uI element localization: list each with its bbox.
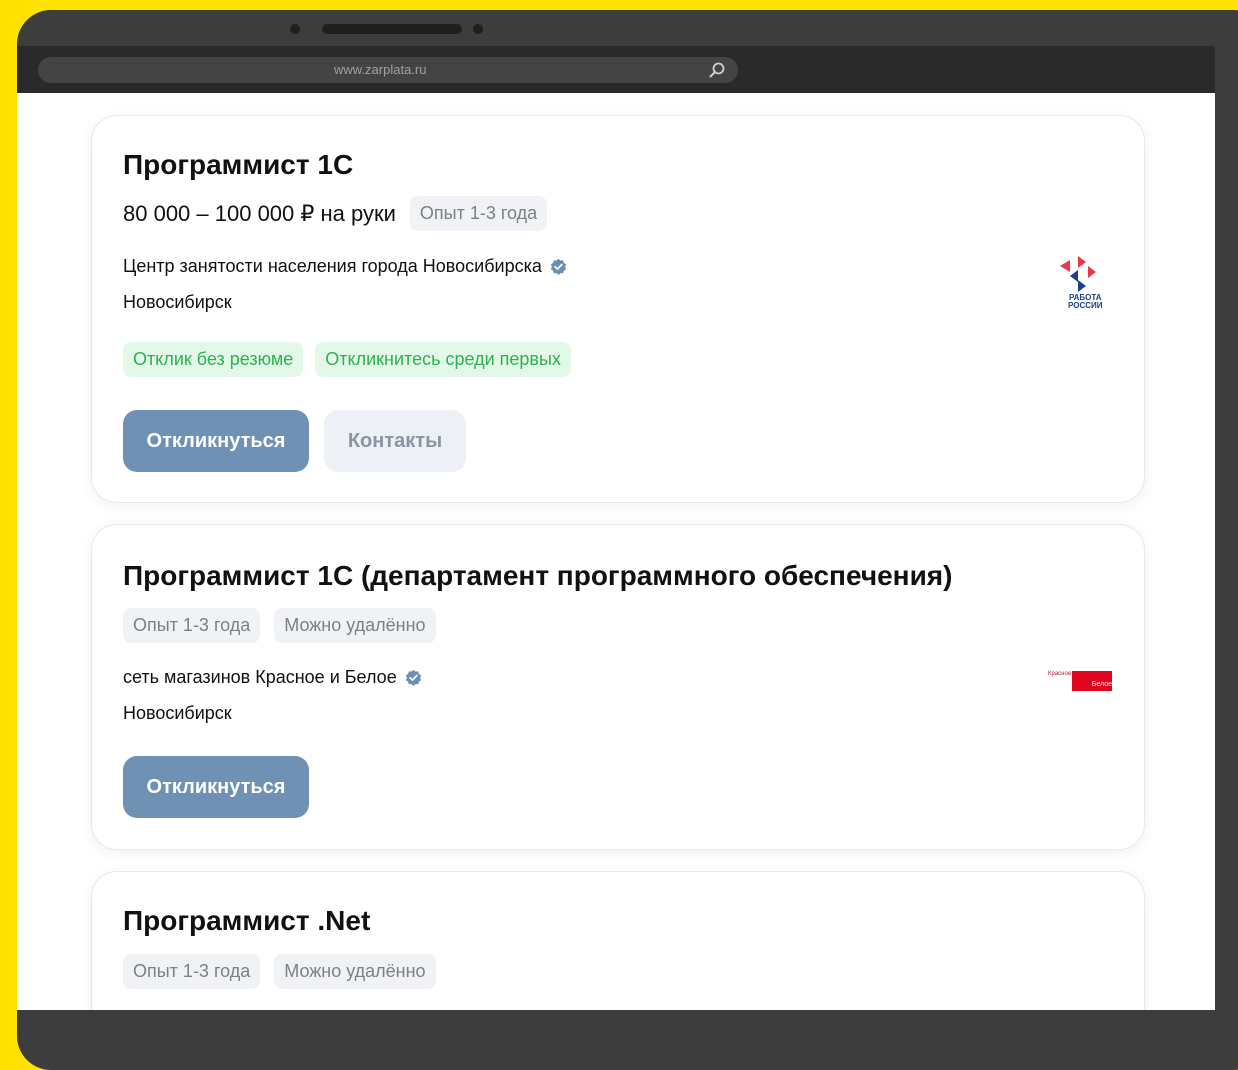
verified-icon: [550, 258, 567, 275]
search-icon[interactable]: [708, 61, 726, 79]
remote-tag: Можно удалённо: [274, 608, 436, 643]
vacancy-tags: Опыт 1-3 года Можно удалённо: [123, 954, 436, 989]
company-logo-rabota-rossii[interactable]: РАБОТА РОССИИ: [1060, 254, 1116, 314]
verified-icon: [405, 669, 421, 686]
rabota-rossii-logo-icon: [1060, 256, 1096, 292]
company-name-text: сеть магазинов Красное и Белое: [123, 667, 397, 687]
address-bar[interactable]: www.zarplata.ru: [38, 57, 738, 83]
contacts-button[interactable]: Контакты: [324, 410, 466, 472]
experience-tag: Опыт 1-3 года: [123, 954, 261, 989]
badge-be-first: Откликнитесь среди первых: [315, 342, 571, 377]
vacancy-city: Новосибирск: [123, 703, 232, 723]
vacancy-title[interactable]: Программист 1С (департамент программного…: [123, 560, 952, 592]
logo-text-beloe: Белое: [1072, 671, 1112, 691]
logo-text-krasnoe: Красное: [1048, 671, 1072, 677]
remote-tag: Можно удалённо: [274, 954, 436, 989]
page-content: Программист 1С 80 000 – 100 000 ₽ на рук…: [17, 93, 1215, 1010]
vacancy-title[interactable]: Программист .Net: [123, 905, 370, 937]
logo-text-line-2: РОССИИ: [1068, 301, 1103, 310]
vacancy-tags: Опыт 1-3 года Можно удалённо: [123, 608, 436, 643]
camera-dot-left: [290, 24, 300, 34]
badge-no-resume: Отклик без резюме: [123, 342, 304, 377]
vacancy-salary: 80 000 – 100 000 ₽ на руки: [123, 200, 396, 226]
company-logo-krasnoe-beloe[interactable]: Красное Белое: [1048, 671, 1112, 691]
company-name[interactable]: сеть магазинов Красное и Белое: [123, 667, 422, 688]
respond-button[interactable]: Откликнуться: [123, 410, 309, 472]
company-name[interactable]: Центр занятости населения города Новосиб…: [123, 256, 567, 277]
vacancy-title[interactable]: Программист 1С: [123, 149, 353, 181]
experience-tag: Опыт 1-3 года: [409, 196, 548, 231]
respond-button[interactable]: Откликнуться: [123, 756, 309, 818]
browser-toolbar: www.zarplata.ru: [17, 46, 1215, 93]
address-bar-url: www.zarplata.ru: [334, 62, 427, 77]
vacancy-card[interactable]: Программист 1С (департамент программного…: [91, 524, 1145, 850]
camera-speaker: [322, 24, 462, 34]
vacancy-city: Новосибирск: [123, 292, 232, 312]
company-name-text: Центр занятости населения города Новосиб…: [123, 256, 542, 276]
experience-tag: Опыт 1-3 года: [123, 608, 261, 643]
vacancy-card[interactable]: Программист .Net Опыт 1-3 года Можно уда…: [91, 871, 1145, 1010]
vacancy-badges: Отклик без резюме Откликнитесь среди пер…: [123, 342, 571, 377]
camera-dot-right: [473, 24, 483, 34]
vacancy-card[interactable]: Программист 1С 80 000 – 100 000 ₽ на рук…: [91, 115, 1145, 503]
vacancy-meta: 80 000 – 100 000 ₽ на руки Опыт 1-3 года: [123, 196, 548, 231]
